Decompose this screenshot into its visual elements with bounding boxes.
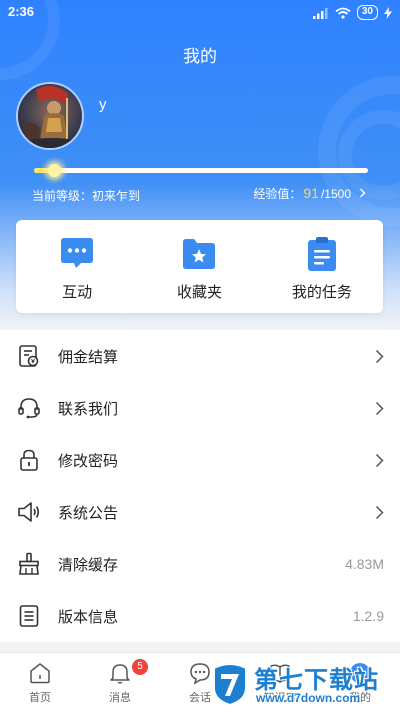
menu-item-label: 清除缓存 — [58, 556, 119, 574]
menu-item-label: 系统公告 — [58, 504, 119, 522]
quick-action-interaction[interactable]: 互动 — [16, 220, 138, 313]
quick-action-favorites[interactable]: 收藏夹 — [138, 220, 260, 313]
menu-item-label: 联系我们 — [58, 400, 119, 418]
menu-item-label: 佣金结算 — [58, 348, 119, 366]
quick-action-label: 互动 — [62, 284, 93, 301]
chevron-right-icon — [375, 453, 384, 468]
status-icons: 30 — [312, 5, 392, 20]
menu-item-commission[interactable]: 佣金结算 — [0, 330, 400, 382]
menu-item-label: 修改密码 — [58, 452, 119, 470]
cache-size-value: 4.83M — [345, 556, 384, 572]
conversation-icon — [190, 663, 210, 685]
menu-item-announcements[interactable]: 系统公告 — [0, 486, 400, 538]
clipboard-icon — [307, 237, 336, 271]
tab-label: 消息 — [109, 692, 131, 704]
exp-value: 91 — [303, 185, 319, 201]
version-value: 1.2.9 — [352, 608, 384, 624]
unread-badge: 5 — [132, 659, 148, 675]
exp-label: 经验值： — [253, 187, 302, 201]
chat-bubble-icon — [61, 238, 94, 268]
tab-label: 首页 — [29, 692, 51, 704]
quick-action-label: 我的任务 — [291, 284, 352, 301]
quick-action-label: 收藏夹 — [176, 284, 222, 301]
star-folder-icon — [183, 239, 216, 269]
menu-item-version-info[interactable]: 版本信息 1.2.9 — [0, 590, 400, 642]
speaker-icon — [18, 502, 40, 522]
menu-item-change-password[interactable]: 修改密码 — [0, 434, 400, 486]
wifi-icon — [335, 7, 351, 19]
quick-action-my-tasks[interactable]: 我的任务 — [261, 220, 383, 313]
level-progress-knob — [48, 164, 61, 177]
tab-messages[interactable]: 5 消息 — [80, 653, 160, 711]
status-bar: 2:36 30 — [0, 0, 400, 26]
page-title: 我的 — [183, 47, 217, 66]
charging-icon — [384, 6, 392, 19]
document-icon — [19, 605, 39, 627]
exp-max: /1500 — [320, 187, 351, 201]
quick-actions-card: 互动 收藏夹 我的任务 — [16, 220, 383, 313]
lock-icon — [20, 449, 38, 471]
chevron-right-icon — [375, 349, 384, 364]
chevron-right-icon — [375, 505, 384, 520]
menu-item-clear-cache[interactable]: 清除缓存 4.83M — [0, 538, 400, 590]
username: y — [99, 96, 107, 113]
menu-item-label: 版本信息 — [58, 608, 119, 626]
settings-menu: 佣金结算 联系我们 修改密码 系统公告 清除缓存 4.83M 版本信息 1.2.… — [0, 330, 400, 642]
watermark-url: www.d7down.com — [256, 691, 361, 705]
home-icon — [30, 663, 50, 684]
level-progress-bar — [34, 164, 368, 177]
broom-icon — [19, 552, 39, 575]
current-level: 当前等级：初来乍到 — [32, 189, 141, 203]
headset-icon — [18, 398, 40, 419]
tab-home[interactable]: 首页 — [0, 653, 80, 711]
watermark-title: 第七下载站 — [254, 667, 379, 694]
tab-label: 会话 — [189, 692, 211, 704]
watermark-logo-icon — [213, 663, 247, 706]
status-time: 2:36 — [8, 4, 35, 19]
avatar[interactable] — [16, 82, 84, 150]
bell-icon — [110, 664, 130, 684]
signal-icon — [312, 7, 328, 19]
commission-icon — [19, 345, 39, 367]
chevron-right-icon — [360, 188, 366, 198]
watermark: 第七下载站 www.d7down.com — [210, 660, 396, 710]
experience-link[interactable]: 经验值： 91 /1500 — [253, 185, 366, 202]
menu-item-contact-us[interactable]: 联系我们 — [0, 382, 400, 434]
chevron-right-icon — [375, 401, 384, 416]
battery-indicator: 30 — [356, 5, 378, 20]
